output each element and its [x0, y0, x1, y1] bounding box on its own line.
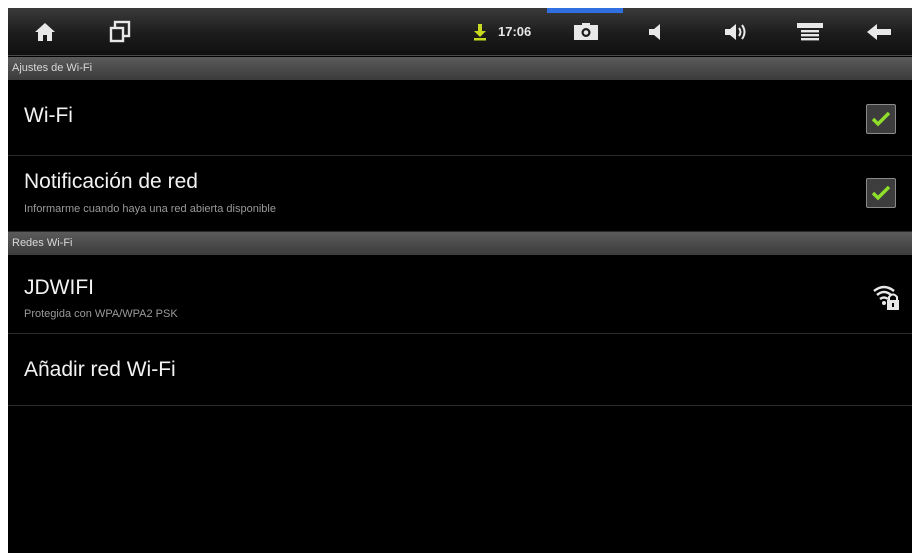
screenshot-icon [574, 23, 598, 40]
network-security: Protegida con WPA/WPA2 PSK [24, 308, 178, 320]
menu-button[interactable] [793, 8, 827, 56]
wifi-checkbox[interactable] [866, 104, 896, 134]
clock: 17:06 [498, 24, 532, 39]
network-ssid: JDWIFI [24, 276, 94, 299]
checkmark-icon [871, 185, 891, 201]
back-button[interactable] [864, 8, 894, 56]
volume-down-icon [649, 24, 660, 40]
volume-down-button[interactable] [644, 8, 670, 56]
recent-apps-icon [109, 20, 131, 43]
wifi-title: Wi-Fi [24, 104, 73, 127]
network-item[interactable]: JDWIFI Protegida con WPA/WPA2 PSK [8, 260, 912, 334]
screen: 17:06 Ajustes de Wi-Fi Wi-Fi Notificació… [8, 8, 912, 553]
volume-up-button[interactable] [721, 8, 751, 56]
wifi-toggle-row[interactable]: Wi-Fi [8, 80, 912, 156]
network-notification-summary: Informarme cuando haya una red abierta d… [24, 203, 276, 215]
back-icon [867, 24, 891, 40]
home-button[interactable] [30, 8, 60, 56]
add-network-row[interactable]: Añadir red Wi-Fi [8, 334, 912, 406]
screenshot-button[interactable] [572, 8, 600, 56]
wifi-signal-locked-icon [872, 282, 900, 316]
download-notification-icon [474, 24, 486, 41]
home-icon [35, 23, 55, 41]
volume-up-icon [725, 24, 746, 40]
section-header-wifi-settings: Ajustes de Wi-Fi [8, 57, 912, 80]
download-notification[interactable] [470, 8, 490, 56]
section-header-networks: Redes Wi-Fi [8, 232, 912, 255]
recent-apps-button[interactable] [104, 8, 136, 56]
add-network-label: Añadir red Wi-Fi [24, 358, 176, 381]
menu-icon [797, 23, 823, 41]
network-notification-title: Notificación de red [24, 170, 198, 193]
network-notification-checkbox[interactable] [866, 178, 896, 208]
checkmark-icon [871, 111, 891, 127]
system-bar: 17:06 [8, 8, 912, 56]
network-notification-row[interactable]: Notificación de red Informarme cuando ha… [8, 156, 912, 232]
